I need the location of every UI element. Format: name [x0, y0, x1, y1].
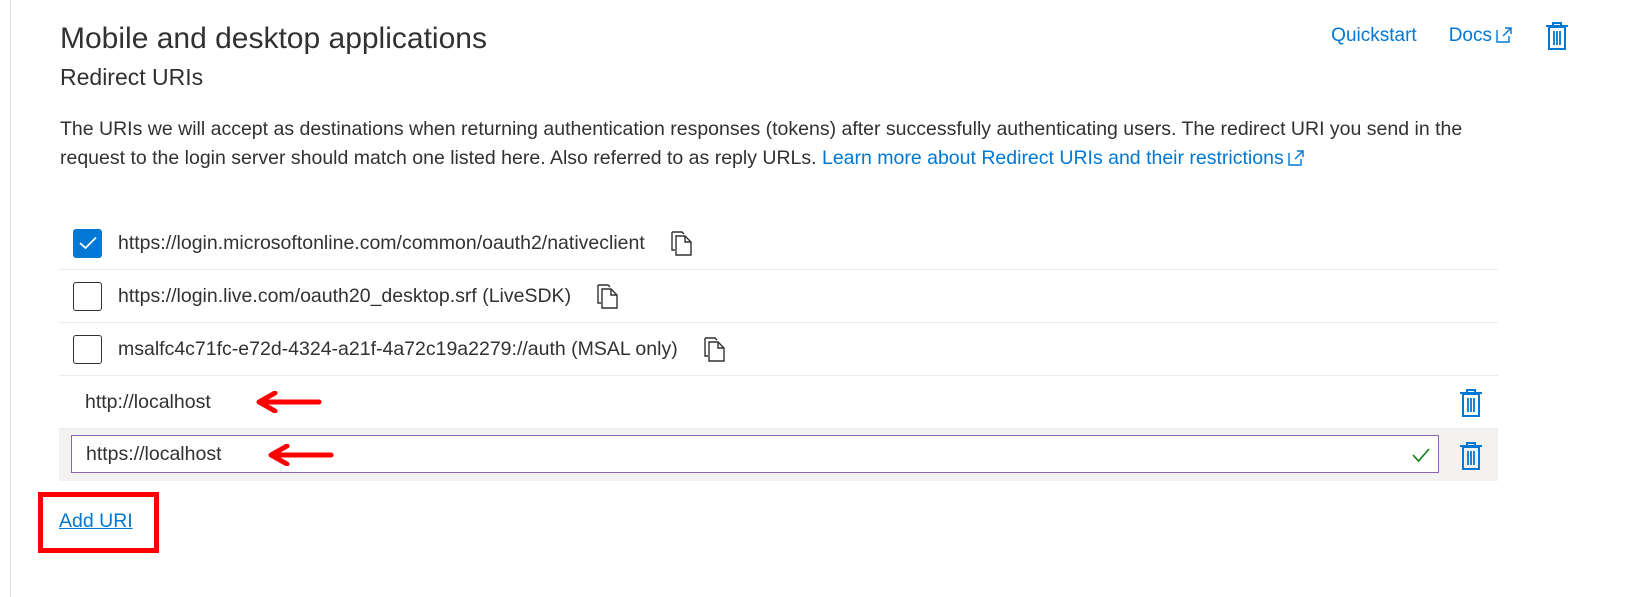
uri-checkbox[interactable] — [73, 334, 102, 364]
annotation-highlight-box — [38, 492, 159, 553]
section-subtitle: Redirect URIs — [60, 64, 204, 90]
redirect-uri-description: The URIs we will accept as destinations … — [60, 115, 1510, 173]
quickstart-link[interactable]: Quickstart — [1331, 25, 1417, 47]
suggested-uri-text: https://login.microsoftonline.com/common… — [118, 231, 645, 254]
uri-checkbox[interactable] — [73, 228, 102, 258]
suggested-uri-text: https://login.live.com/oauth20_desktop.s… — [118, 284, 572, 307]
redirect-uri-list: https://login.microsoftonline.com/common… — [59, 217, 1498, 481]
suggested-uri-row: https://login.microsoftonline.com/common… — [59, 217, 1498, 270]
learn-more-link-label: Learn more about Redirect URIs and their… — [821, 147, 1284, 169]
learn-more-link[interactable]: Learn more about Redirect URIs and their… — [822, 147, 1305, 169]
valid-checkmark-icon — [1412, 448, 1430, 463]
trash-icon[interactable] — [1459, 388, 1483, 418]
trash-icon[interactable] — [1459, 441, 1483, 471]
red-arrow-icon — [268, 444, 334, 466]
external-link-icon — [1496, 27, 1512, 43]
custom-uri-row: http://localhost — [59, 376, 1498, 429]
suggested-uri-row: msalfc4c71fc-e72d-4324-a21f-4a72c19a2279… — [59, 323, 1498, 376]
custom-uri-text[interactable]: http://localhost — [85, 391, 211, 414]
uri-checkbox[interactable] — [73, 281, 102, 311]
trash-icon[interactable] — [1545, 21, 1569, 51]
suggested-uri-row: https://login.live.com/oauth20_desktop.s… — [59, 270, 1498, 323]
docs-link[interactable]: Docs — [1449, 25, 1513, 47]
red-arrow-icon — [256, 391, 322, 413]
external-link-icon — [1288, 150, 1304, 166]
suggested-uri-text: msalfc4c71fc-e72d-4324-a21f-4a72c19a2279… — [118, 337, 678, 360]
copy-icon[interactable] — [669, 229, 695, 257]
custom-uri-edit-row — [59, 429, 1498, 481]
copy-icon[interactable] — [702, 335, 728, 363]
header-actions: Quickstart Docs — [1331, 21, 1569, 51]
docs-link-label: Docs — [1448, 25, 1492, 46]
section-title: Mobile and desktop applications — [60, 22, 487, 55]
checkmark-icon — [78, 236, 97, 250]
copy-icon[interactable] — [595, 282, 621, 310]
